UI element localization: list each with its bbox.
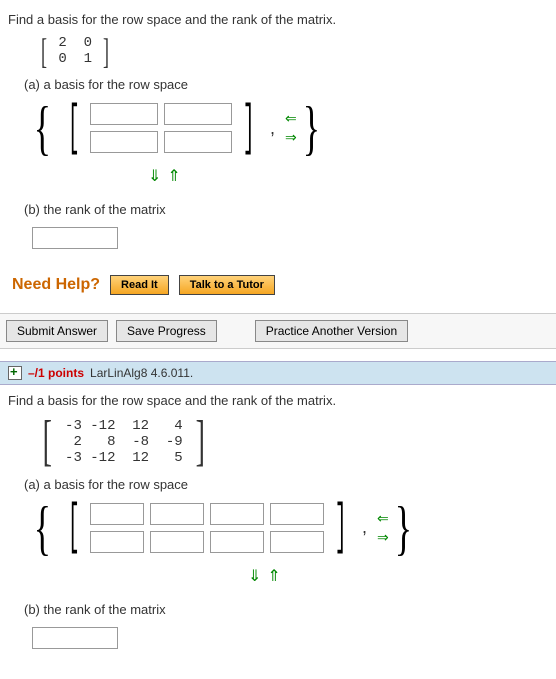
matrix-row: 0 1	[50, 51, 100, 67]
arrow-left-icon[interactable]: ⇐	[377, 510, 389, 527]
arrow-right-icon[interactable]: ⇒	[377, 529, 389, 546]
column-nav-arrows[interactable]: ⇓⇑	[248, 566, 548, 586]
matrix-row: -3 -12 12 4	[57, 418, 191, 434]
basis-input[interactable]	[150, 503, 204, 525]
basis-input[interactable]	[270, 503, 324, 525]
vector-group: [ ]	[57, 103, 266, 153]
row-nav-arrows[interactable]: ⇐ ⇒	[377, 510, 389, 546]
talk-tutor-button[interactable]: Talk to a Tutor	[179, 275, 275, 295]
q1-part-b-label: (b) the rank of the matrix	[24, 202, 548, 217]
q2-rank-input[interactable]	[32, 627, 118, 649]
basis-input[interactable]	[90, 103, 158, 125]
bracket-right-icon: ]	[243, 105, 255, 153]
basis-input[interactable]	[90, 131, 158, 153]
q1-matrix: [ 2 0 0 1 ]	[38, 35, 112, 67]
comma: ,	[358, 517, 371, 538]
basis-input[interactable]	[210, 531, 264, 553]
need-help-bar: Need Help? Read It Talk to a Tutor	[12, 275, 548, 295]
read-it-button[interactable]: Read It	[110, 275, 169, 295]
bracket-right-icon: ]	[196, 416, 205, 466]
arrow-right-icon[interactable]: ⇒	[285, 129, 297, 146]
basis-input[interactable]	[270, 531, 324, 553]
matrix-grid: -3 -12 12 4 2 8 -8 -9 -3 -12 12 5	[57, 418, 191, 466]
basis-input[interactable]	[90, 531, 144, 553]
comma: ,	[266, 118, 279, 139]
vector-group: [ ]	[57, 503, 358, 553]
arrow-up-icon[interactable]: ⇑	[167, 168, 186, 185]
curly-left-icon: {	[34, 498, 51, 558]
curly-left-icon: {	[34, 98, 51, 158]
input-stack	[90, 103, 232, 153]
q1-part-a-label: (a) a basis for the row space	[24, 77, 548, 92]
expand-icon[interactable]	[8, 366, 22, 380]
row-nav-arrows[interactable]: ⇐ ⇒	[285, 110, 297, 146]
bracket-left-icon: [	[68, 504, 80, 552]
q1-basis-inputs: { [ ] , ⇐ ⇒ }	[28, 98, 548, 158]
curly-right-icon: }	[303, 98, 320, 158]
q2-basis-inputs: { [ ] , ⇐ ⇒ }	[28, 498, 548, 558]
input-stack	[90, 503, 324, 553]
submit-answer-button[interactable]: Submit Answer	[6, 320, 108, 342]
problem-header: –/1 points LarLinAlg8 4.6.011.	[0, 361, 556, 385]
basis-input[interactable]	[164, 103, 232, 125]
arrow-down-icon[interactable]: ⇓	[248, 568, 267, 585]
column-nav-arrows[interactable]: ⇓⇑	[148, 166, 548, 186]
q1-prompt: Find a basis for the row space and the r…	[8, 12, 548, 27]
q2-part-b-label: (b) the rank of the matrix	[24, 602, 548, 617]
arrow-up-icon[interactable]: ⇑	[267, 568, 286, 585]
curly-right-icon: }	[395, 498, 412, 558]
arrow-down-icon[interactable]: ⇓	[148, 168, 167, 185]
q2-prompt: Find a basis for the row space and the r…	[8, 393, 548, 408]
points-label: –/1 points	[28, 366, 84, 380]
q2-part-a-label: (a) a basis for the row space	[24, 477, 548, 492]
need-help-label: Need Help?	[12, 276, 100, 294]
problem-reference: LarLinAlg8 4.6.011.	[90, 366, 193, 380]
basis-input[interactable]	[90, 503, 144, 525]
basis-input[interactable]	[210, 503, 264, 525]
matrix-grid: 2 0 0 1	[50, 35, 100, 67]
bracket-left-icon: [	[68, 105, 80, 153]
arrow-left-icon[interactable]: ⇐	[285, 110, 297, 127]
action-bar: Submit Answer Save Progress Practice Ano…	[0, 313, 556, 349]
basis-input[interactable]	[164, 131, 232, 153]
matrix-row: 2 8 -8 -9	[57, 434, 191, 450]
matrix-row: 2 0	[50, 35, 100, 51]
matrix-row: -3 -12 12 5	[57, 450, 191, 466]
practice-another-button[interactable]: Practice Another Version	[255, 320, 408, 342]
bracket-left-icon: [	[41, 35, 47, 67]
bracket-left-icon: [	[43, 416, 52, 466]
basis-input[interactable]	[150, 531, 204, 553]
q2-matrix: [ -3 -12 12 4 2 8 -8 -9 -3 -12 12 5 ]	[38, 416, 210, 466]
bracket-right-icon: ]	[103, 35, 109, 67]
save-progress-button[interactable]: Save Progress	[116, 320, 217, 342]
q1-rank-input[interactable]	[32, 227, 118, 249]
bracket-right-icon: ]	[335, 504, 347, 552]
